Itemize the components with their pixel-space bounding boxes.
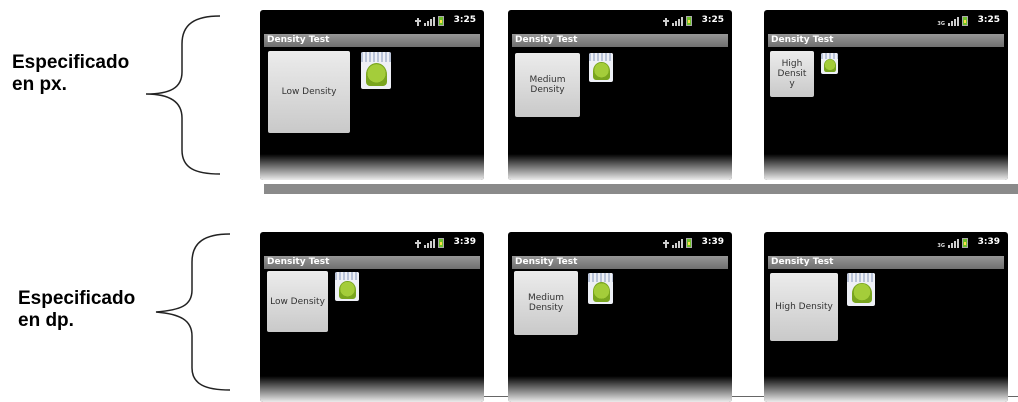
medium-density-button[interactable]: Medium Density — [514, 271, 578, 335]
row-label-px-line1: Especificado — [12, 52, 130, 73]
status-bar: 3:25 — [260, 10, 484, 30]
battery-icon — [962, 16, 968, 26]
signal-icon — [672, 239, 683, 248]
phone-screen-px-low: 3:25 Density Test Low Density — [260, 10, 484, 180]
android-app-icon — [847, 273, 875, 306]
network-3g-icon: 3G — [937, 21, 945, 27]
android-app-icon — [335, 272, 359, 301]
phone-screen-px-medium: 3:25 Density Test Medium Density — [508, 10, 732, 180]
app-title-bar: Density Test — [768, 256, 1004, 269]
curly-brace-top — [145, 15, 221, 175]
signal-icon — [424, 239, 435, 248]
phone-screen-dp-high: 3G 3:39 Density Test High Density — [764, 232, 1008, 402]
status-bar: 3:25 — [508, 10, 732, 30]
signal-icon — [424, 17, 435, 26]
app-title-bar: Density Test — [264, 34, 480, 47]
status-time: 3:39 — [977, 237, 1000, 247]
row-label-dp: Especificado en dp. — [18, 288, 135, 332]
section-divider — [264, 184, 1018, 194]
battery-icon — [686, 238, 692, 248]
battery-icon — [686, 16, 692, 26]
low-density-button[interactable]: Low Density — [268, 51, 350, 133]
status-bar: 3G 3:25 — [764, 10, 1008, 30]
battery-icon — [962, 238, 968, 248]
status-time: 3:25 — [701, 15, 724, 25]
usb-icon — [663, 18, 669, 26]
app-title-bar: Density Test — [512, 256, 728, 269]
app-title-bar: Density Test — [512, 34, 728, 47]
row-label-dp-line1: Especificado — [18, 288, 136, 309]
status-time: 3:25 — [977, 15, 1000, 25]
android-app-icon — [588, 273, 613, 304]
status-time: 3:39 — [453, 237, 476, 247]
battery-icon — [438, 16, 444, 26]
phone-screen-dp-medium: 3:39 Density Test Medium Density — [508, 232, 732, 402]
usb-icon — [415, 18, 421, 26]
android-app-icon — [589, 53, 613, 82]
high-density-button[interactable]: High Density — [770, 273, 838, 341]
row-label-dp-line2: en dp. — [18, 310, 74, 331]
android-app-icon — [361, 52, 391, 89]
signal-icon — [672, 17, 683, 26]
network-3g-icon: 3G — [937, 243, 945, 249]
signal-icon — [948, 17, 959, 26]
status-bar: 3G 3:39 — [764, 232, 1008, 252]
android-app-icon — [821, 53, 838, 74]
row-label-px: Especificado en px. — [12, 52, 129, 96]
row-label-px-line2: en px. — [12, 74, 67, 95]
status-bar: 3:39 — [260, 232, 484, 252]
status-time: 3:39 — [701, 237, 724, 247]
phone-screen-px-high: 3G 3:25 Density Test High Densit y — [764, 10, 1008, 180]
status-time: 3:25 — [453, 15, 476, 25]
usb-icon — [663, 240, 669, 248]
phone-screen-dp-low: 3:39 Density Test Low Density — [260, 232, 484, 402]
battery-icon — [438, 238, 444, 248]
curly-brace-bottom — [155, 233, 231, 391]
high-density-button[interactable]: High Densit y — [770, 51, 814, 97]
medium-density-button[interactable]: Medium Density — [515, 53, 580, 117]
usb-icon — [415, 240, 421, 248]
app-title-bar: Density Test — [768, 34, 1004, 47]
status-bar: 3:39 — [508, 232, 732, 252]
low-density-button[interactable]: Low Density — [267, 271, 328, 332]
app-title-bar: Density Test — [264, 256, 480, 269]
signal-icon — [948, 239, 959, 248]
